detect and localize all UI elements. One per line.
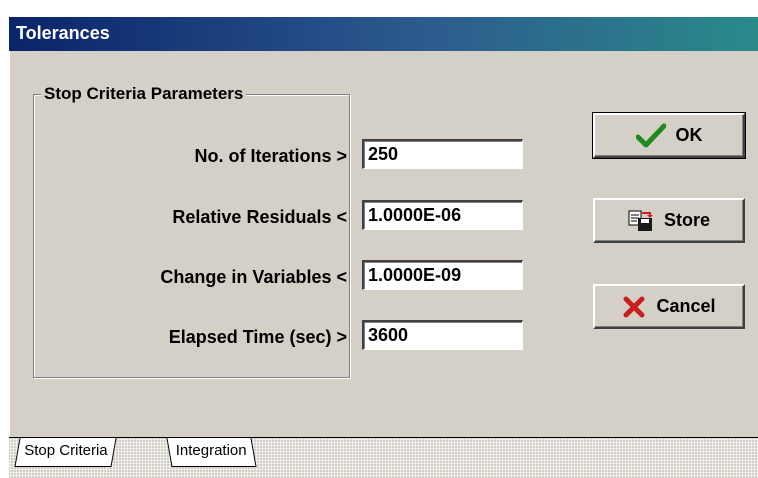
iterations-label: No. of Iterations > <box>194 146 347 166</box>
elapsed-time-input[interactable] <box>362 320 523 350</box>
tab-strip: Stop Criteria Integration <box>9 437 758 478</box>
store-icon <box>628 209 654 233</box>
x-icon <box>622 295 646 319</box>
title-bar[interactable]: Tolerances <box>9 17 758 51</box>
store-button-label: Store <box>663 210 710 230</box>
tab-integration-label: Integration <box>175 442 247 459</box>
iterations-input[interactable] <box>362 139 523 169</box>
ok-button-label: OK <box>675 125 703 145</box>
ok-button[interactable]: OK <box>592 112 746 159</box>
store-button[interactable]: Store <box>593 198 745 243</box>
tab-integration[interactable]: Integration <box>166 438 257 467</box>
cancel-button[interactable]: Cancel <box>593 284 745 329</box>
tolerances-dialog: Tolerances Stop Criteria Parameters No. … <box>9 17 758 478</box>
elapsed-time-label: Elapsed Time (sec) > <box>168 327 347 347</box>
relative-residuals-label: Relative Residuals < <box>172 207 347 227</box>
change-in-variables-label: Change in Variables < <box>160 267 347 287</box>
cancel-button-label: Cancel <box>656 296 716 316</box>
groupbox-title: Stop Criteria Parameters <box>41 84 247 104</box>
change-in-variables-input[interactable] <box>362 260 523 290</box>
checkmark-icon <box>635 123 666 149</box>
tab-stop-criteria-label: Stop Criteria <box>24 442 108 459</box>
tab-stop-criteria[interactable]: Stop Criteria <box>14 438 117 467</box>
relative-residuals-input[interactable] <box>362 200 523 230</box>
window-title: Tolerances <box>16 23 110 43</box>
